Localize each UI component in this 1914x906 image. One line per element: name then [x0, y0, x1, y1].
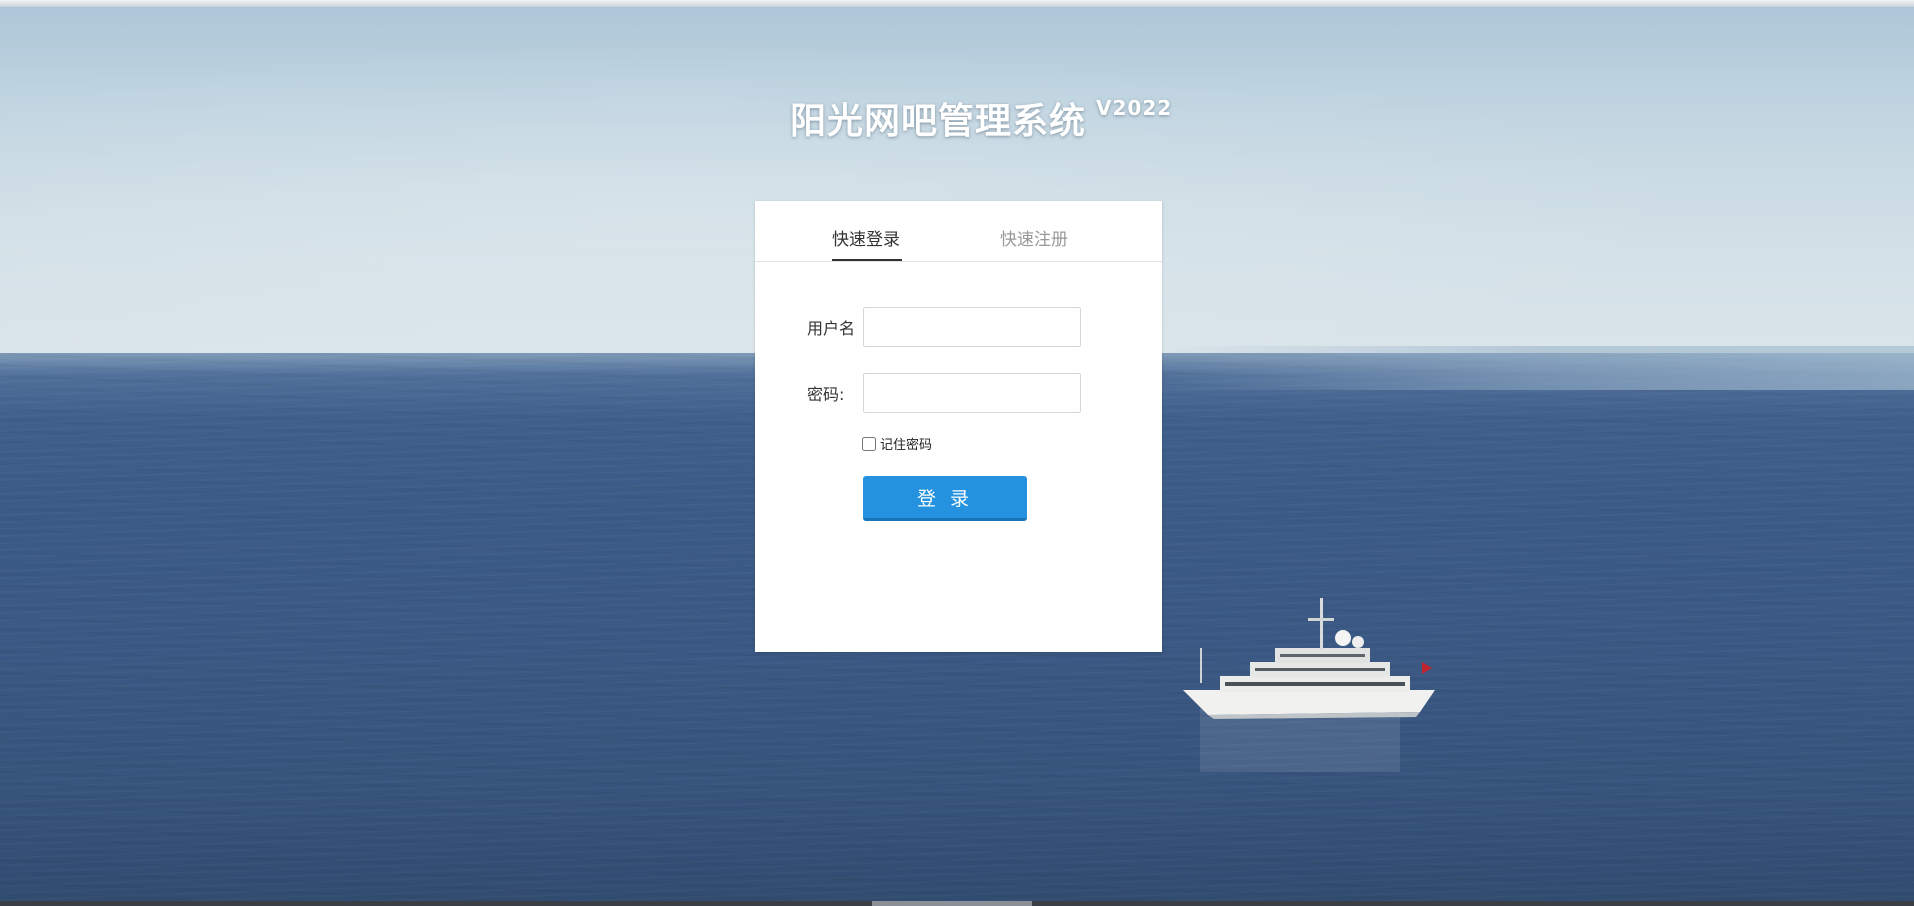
active-tab-indicator [832, 259, 902, 261]
scrollbar-thumb[interactable] [872, 901, 1032, 906]
auth-tabs: 快速登录 快速注册 [755, 201, 1162, 262]
remember-password-label: 记住密码 [880, 438, 933, 453]
horizontal-scrollbar[interactable] [0, 901, 1914, 906]
remember-password[interactable]: 记住密码 [862, 434, 932, 453]
login-page: 阳光网吧管理系统 V2022 快速登录 快速注册 用户名 密码: 记住密码 登 录 [0, 0, 1914, 906]
page-title: 阳光网吧管理系统 V2022 [790, 92, 1171, 144]
remember-password-checkbox[interactable] [862, 436, 876, 451]
horizon-haze [1160, 346, 1914, 390]
tab-quick-register[interactable]: 快速注册 [1000, 225, 1068, 250]
version-label: V2022 [1096, 96, 1173, 120]
password-row: 密码: [807, 373, 1081, 413]
password-input[interactable] [863, 373, 1081, 413]
username-label: 用户名 [807, 319, 856, 338]
yacht-image [1183, 598, 1435, 772]
system-title: 阳光网吧管理系统 [790, 101, 1087, 142]
login-button[interactable]: 登 录 [863, 476, 1027, 521]
password-label: 密码: [807, 385, 845, 404]
username-input[interactable] [863, 307, 1081, 347]
login-card: 快速登录 快速注册 用户名 密码: 记住密码 登 录 [755, 201, 1162, 652]
username-row: 用户名 [807, 307, 1081, 347]
top-edge [0, 0, 1914, 7]
tab-quick-login[interactable]: 快速登录 [832, 225, 900, 250]
